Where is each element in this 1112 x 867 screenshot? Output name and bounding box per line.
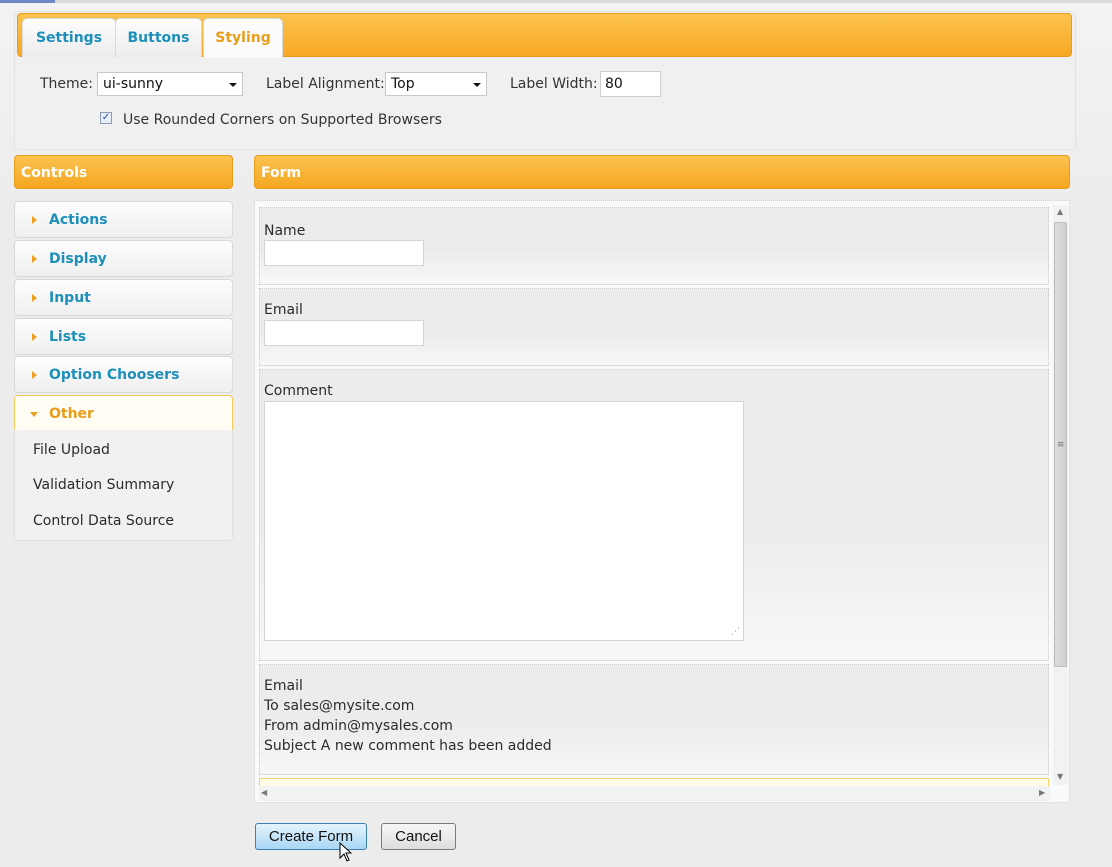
theme-label: Theme: — [40, 76, 94, 92]
chevron-down-icon — [473, 83, 481, 87]
name-field-label: Name — [264, 223, 306, 239]
chevron-down-icon — [229, 83, 237, 87]
email-action-to: To sales@mysite.com — [264, 698, 415, 714]
accordion-other-content: File Upload Validation Summary Control D… — [14, 430, 233, 541]
caret-right-icon — [32, 371, 37, 379]
accordion-label: Lists — [49, 329, 87, 345]
name-input[interactable] — [264, 240, 424, 266]
theme-select[interactable]: ui-sunny — [97, 72, 243, 96]
accordion-label: Option Choosers — [49, 367, 180, 383]
form-email-action[interactable]: Email To sales@mysite.com From admin@mys… — [259, 664, 1049, 775]
scroll-down-icon[interactable]: ▼ — [1057, 773, 1063, 781]
rounded-corners-label: Use Rounded Corners on Supported Browser… — [123, 112, 442, 128]
tab-styling[interactable]: Styling — [203, 18, 283, 58]
accordion-other[interactable]: Other — [14, 395, 233, 432]
cancel-button[interactable]: Cancel — [381, 823, 456, 850]
comment-textarea[interactable]: ⋰ — [264, 401, 744, 641]
form-header: Form — [254, 155, 1070, 189]
email-action-title: Email — [264, 678, 303, 694]
email-input[interactable] — [264, 320, 424, 346]
email-action-from: From admin@mysales.com — [264, 718, 453, 734]
email-action-subject: Subject A new comment has been added — [264, 738, 552, 754]
form-field-email[interactable]: Email — [259, 288, 1049, 366]
mouse-cursor-icon — [339, 842, 353, 862]
window-top-marker — [0, 0, 55, 3]
form-vertical-scrollbar[interactable]: ▲ ≡ ▼ — [1053, 205, 1068, 785]
form-horizontal-scrollbar[interactable]: ◀ ▶ — [259, 786, 1050, 801]
email-field-label: Email — [264, 302, 303, 318]
caret-down-icon — [30, 412, 38, 417]
accordion-label: Input — [49, 290, 91, 306]
scroll-left-icon[interactable]: ◀ — [261, 789, 267, 797]
accordion-display[interactable]: Display — [14, 240, 233, 277]
accordion-actions[interactable]: Actions — [14, 201, 233, 238]
control-data-source[interactable]: Control Data Source — [33, 513, 174, 529]
label-width-label: Label Width: — [510, 76, 598, 92]
resize-grip-icon[interactable]: ⋰ — [731, 628, 740, 637]
rounded-corners-checkbox[interactable]: ✓ — [100, 112, 112, 124]
form-field-comment[interactable]: Comment ⋰ — [259, 369, 1049, 661]
caret-right-icon — [32, 255, 37, 263]
label-alignment-value: Top — [391, 76, 415, 92]
scroll-up-icon[interactable]: ▲ — [1057, 208, 1063, 216]
scroll-right-icon[interactable]: ▶ — [1039, 789, 1045, 797]
accordion-label: Actions — [49, 212, 108, 228]
accordion-lists[interactable]: Lists — [14, 318, 233, 355]
accordion-input[interactable]: Input — [14, 279, 233, 316]
tab-bar: Settings Buttons Styling — [17, 13, 1072, 58]
comment-field-label: Comment — [264, 383, 333, 399]
accordion-option-choosers[interactable]: Option Choosers — [14, 356, 233, 393]
control-file-upload[interactable]: File Upload — [33, 442, 110, 458]
form-viewport: Name Email Comment ⋰ Email To sales@mysi… — [259, 205, 1050, 787]
caret-right-icon — [32, 216, 37, 224]
thumb-grip-icon: ≡ — [1057, 440, 1065, 450]
caret-right-icon — [32, 294, 37, 302]
window-top-edge — [0, 0, 1112, 3]
tab-buttons[interactable]: Buttons — [115, 18, 202, 57]
controls-header: Controls — [14, 155, 233, 189]
accordion-label: Display — [49, 251, 107, 267]
control-validation-summary[interactable]: Validation Summary — [33, 477, 174, 493]
tab-settings[interactable]: Settings — [22, 18, 116, 57]
label-alignment-select[interactable]: Top — [385, 72, 487, 96]
caret-right-icon — [32, 333, 37, 341]
form-field-name[interactable]: Name — [259, 207, 1049, 285]
theme-select-value: ui-sunny — [103, 76, 164, 92]
label-alignment-label: Label Alignment: — [266, 76, 385, 92]
accordion-label: Other — [49, 406, 94, 422]
label-width-input[interactable]: 80 — [600, 71, 661, 97]
